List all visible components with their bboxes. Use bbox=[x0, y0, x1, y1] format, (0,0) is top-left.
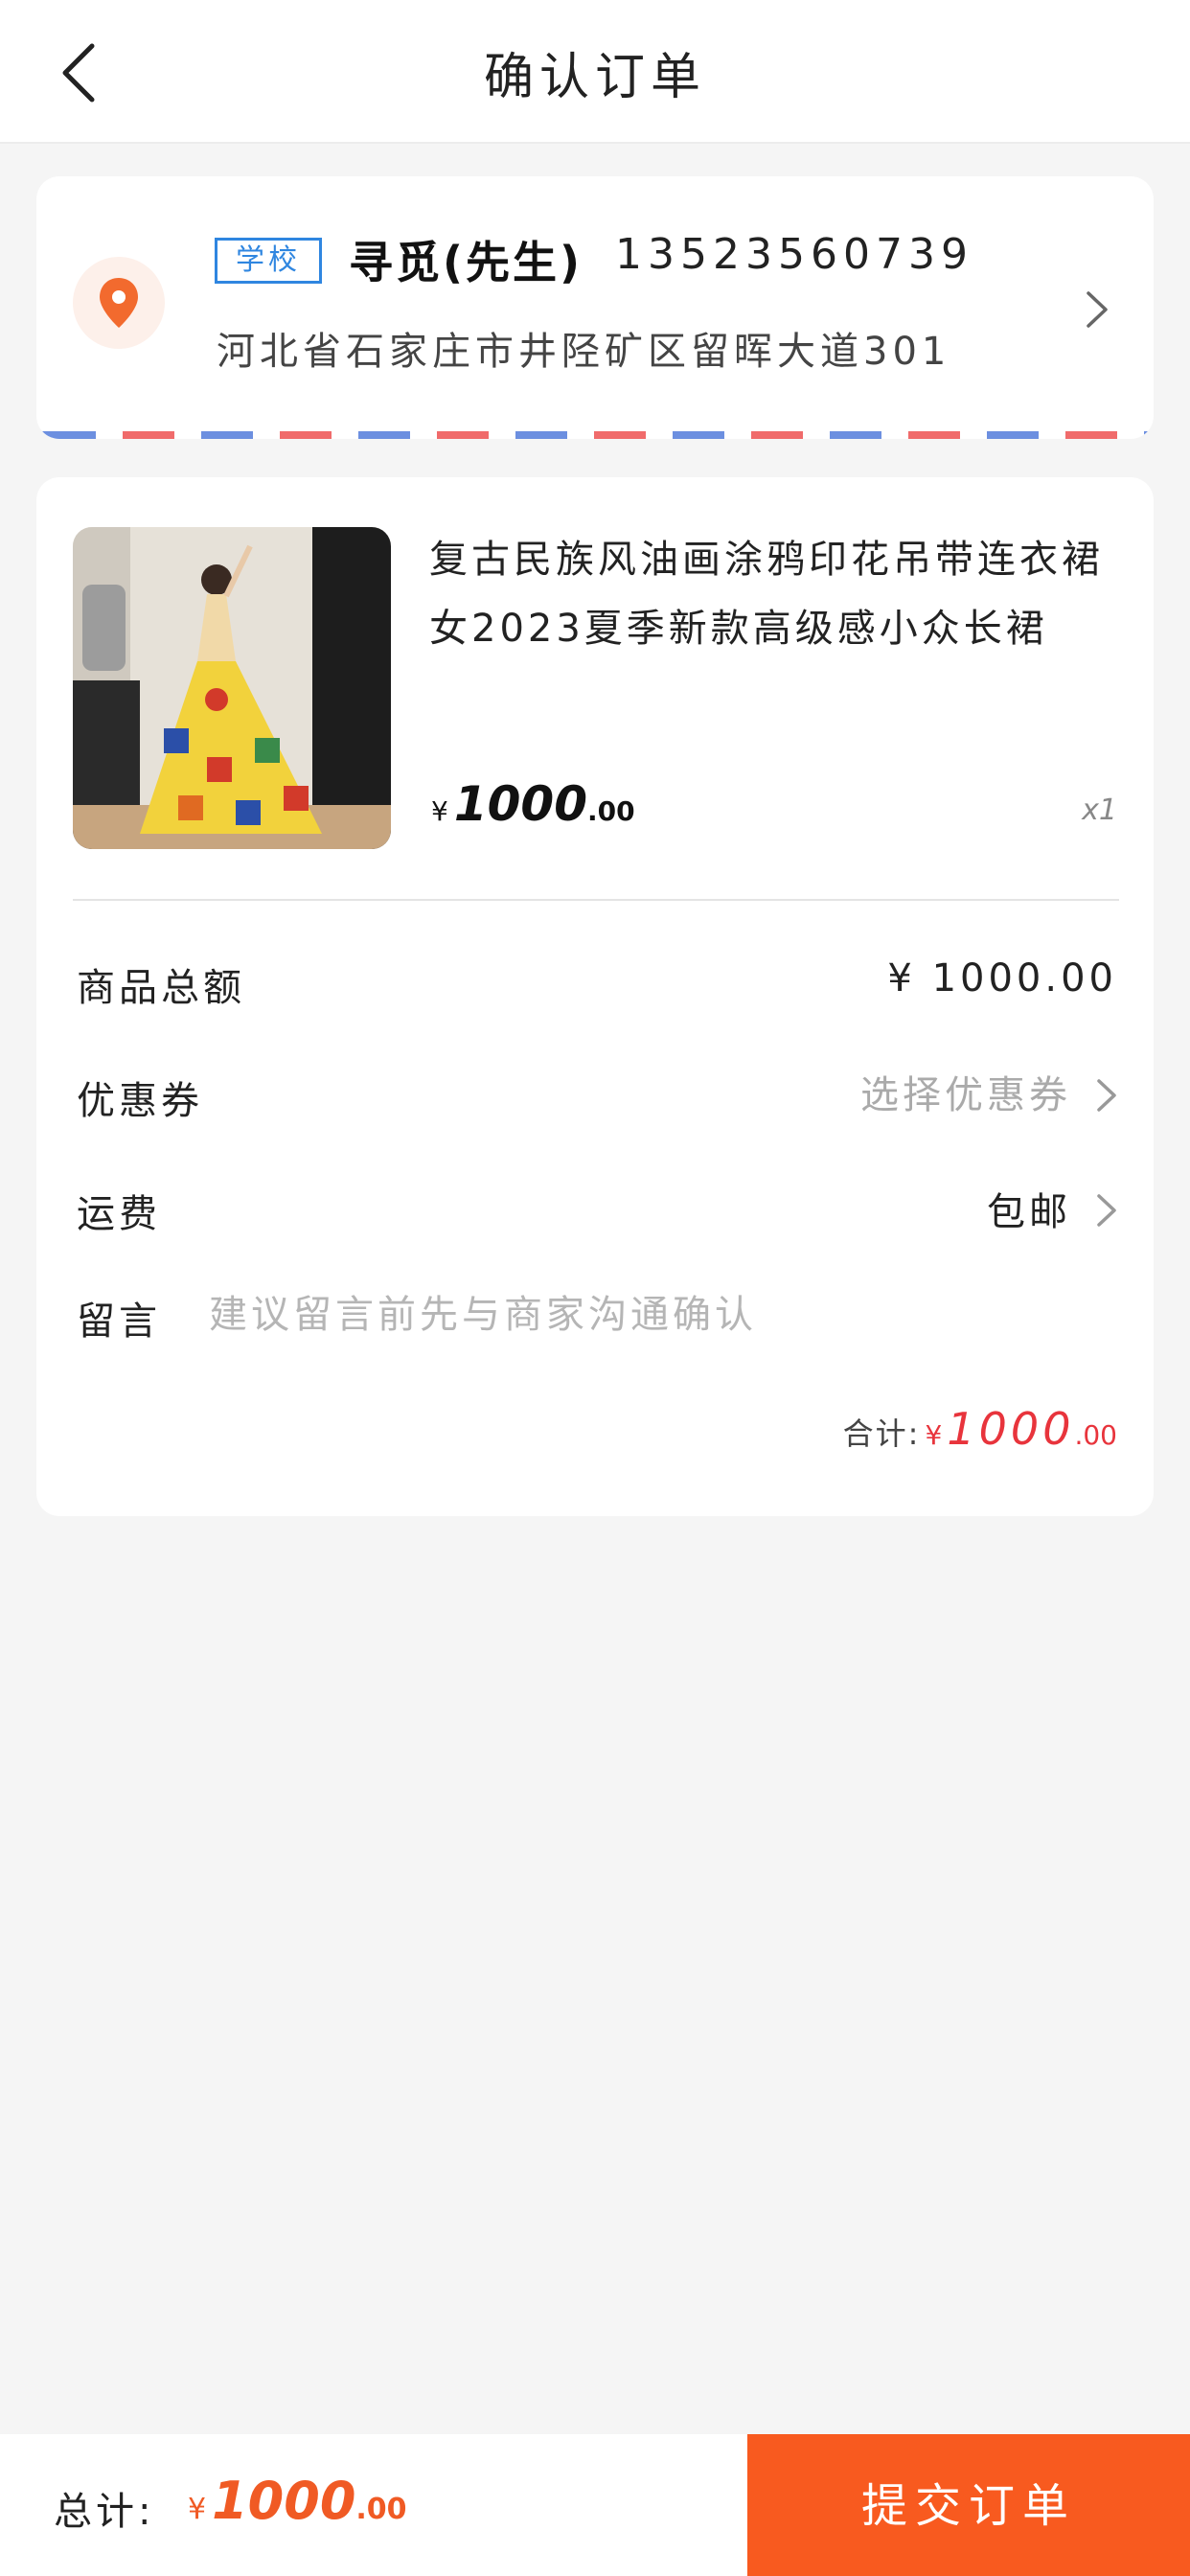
total-integer: 1000 bbox=[212, 2471, 356, 2531]
subtotal-currency: ¥ bbox=[925, 1419, 943, 1451]
address-card[interactable]: 学校 寻觅(先生) 13523560739 河北省石家庄市井陉矿区留晖大道301 bbox=[36, 176, 1154, 439]
price-integer: 1000 bbox=[453, 776, 587, 832]
subtotal-label: 合计: bbox=[842, 1415, 921, 1452]
price-decimal: .00 bbox=[587, 795, 635, 827]
address-tag: 学校 bbox=[215, 238, 322, 284]
goods-total-label: 商品总额 bbox=[77, 966, 245, 1010]
header-bar: 确认订单 bbox=[0, 0, 1190, 144]
shipping-label: 运费 bbox=[77, 1192, 161, 1236]
location-pin-icon bbox=[100, 278, 138, 328]
confirm-order-page: 确认订单 学校 寻觅(先生) 13523560739 河北省石家庄市井陉矿区留晖… bbox=[0, 0, 1190, 2576]
order-subtotal: 合计: ¥ 1000.00 bbox=[843, 1403, 1117, 1455]
page-title: 确认订单 bbox=[483, 49, 706, 106]
dress-photo bbox=[73, 527, 391, 849]
message-input[interactable] bbox=[209, 1286, 1071, 1344]
price-currency: ¥ bbox=[431, 795, 448, 827]
address-detail: 河北省石家庄市井陉矿区留晖大道301 bbox=[217, 330, 951, 374]
subtotal-decimal: .00 bbox=[1074, 1419, 1117, 1451]
divider bbox=[73, 899, 1119, 901]
chevron-right-icon bbox=[1097, 1194, 1116, 1227]
goods-total-value: ¥ 1000.00 bbox=[887, 956, 1117, 1000]
total-label: 总计: bbox=[54, 2490, 155, 2534]
product-image[interactable] bbox=[73, 527, 391, 849]
product-title: 复古民族风油画涂鸦印花吊带连衣裙女2023夏季新款高级感小众长裙 bbox=[429, 538, 1104, 651]
product-price: ¥1000.00 bbox=[431, 776, 635, 832]
chevron-right-icon bbox=[1087, 291, 1108, 328]
message-label: 留言 bbox=[77, 1300, 161, 1344]
total-decimal: .00 bbox=[355, 2493, 407, 2526]
total-currency: ¥ bbox=[188, 2493, 207, 2526]
product-quantity: x1 bbox=[1082, 794, 1117, 827]
total-amount: ¥1000.00 bbox=[188, 2471, 407, 2531]
location-badge bbox=[73, 257, 165, 349]
airmail-border bbox=[36, 431, 1154, 439]
subtotal-integer: 1000 bbox=[947, 1403, 1075, 1455]
submit-order-button[interactable]: 提交订单 bbox=[747, 2434, 1190, 2576]
chevron-right-icon bbox=[1097, 1079, 1116, 1112]
coupon-label: 优惠券 bbox=[77, 1079, 203, 1123]
recipient-phone: 13523560739 bbox=[615, 230, 973, 279]
recipient-name: 寻觅(先生) bbox=[349, 237, 584, 288]
shipping-value: 包邮 bbox=[987, 1190, 1071, 1234]
bottom-bar: 总计: ¥1000.00 提交订单 bbox=[0, 2434, 1190, 2576]
coupon-value: 选择优惠券 bbox=[860, 1073, 1071, 1117]
order-card: 复古民族风油画涂鸦印花吊带连衣裙女2023夏季新款高级感小众长裙 ¥1000.0… bbox=[36, 477, 1154, 1516]
